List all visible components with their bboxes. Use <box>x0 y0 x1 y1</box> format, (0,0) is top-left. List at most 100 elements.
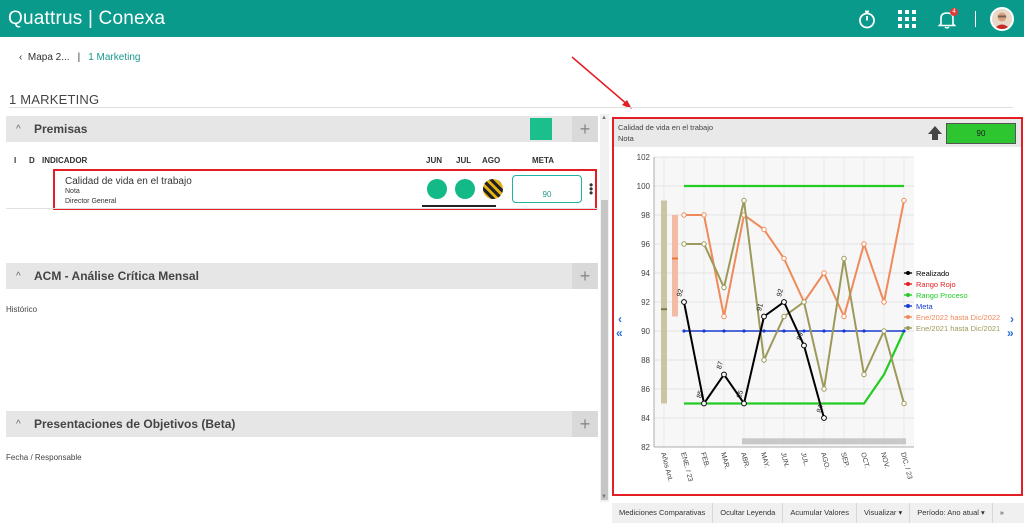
section-title: Premisas <box>34 122 88 136</box>
meta-point <box>842 329 846 333</box>
annotation-arrow <box>571 56 632 109</box>
prev-period-icon[interactable]: ‹ <box>618 312 622 326</box>
legend-entry: Realizado <box>916 269 949 278</box>
add-button[interactable]: + <box>572 263 598 289</box>
y-tick-label: 96 <box>641 240 650 249</box>
series-point <box>841 255 847 262</box>
col-header-jul: JUL <box>456 156 472 165</box>
legend-entry: Meta <box>916 302 934 311</box>
period-underline <box>422 205 496 207</box>
col-header-jun: JUN <box>426 156 443 165</box>
top-navbar: Quattrus | Conexa 4 <box>0 0 1024 37</box>
x-tick-label: SEP. <box>839 452 850 468</box>
realizado-point <box>821 415 827 421</box>
legend-swatch-dot <box>906 293 910 297</box>
x-tick-label: DIC. / 23 <box>899 452 913 481</box>
section-acm[interactable]: ^ ACM - Análise Crítica Mensal + <box>6 263 598 289</box>
meta-point <box>862 329 866 333</box>
notification-badge: 4 <box>950 7 958 16</box>
series-point <box>821 386 827 392</box>
app-brand[interactable]: Quattrus | Conexa <box>8 8 165 30</box>
previous-years-mark-2022 <box>672 257 678 260</box>
series-point <box>881 299 887 305</box>
meta-point <box>822 329 826 333</box>
status-dot-ago[interactable] <box>483 179 503 199</box>
user-avatar[interactable] <box>990 6 1014 31</box>
legend-entry: Ene/2022 hasta Dic/2022 <box>916 313 1000 322</box>
meta-point <box>722 329 726 333</box>
breadcrumb-current[interactable]: 1 Marketing <box>88 52 140 63</box>
visualize-dropdown[interactable]: Visualizar ▾ <box>857 503 911 523</box>
period-dropdown[interactable]: Período: Ano atual ▾ <box>910 503 993 523</box>
series-point <box>701 212 707 218</box>
series-point <box>861 241 867 247</box>
acm-body-text: Histórico <box>6 305 38 314</box>
collapse-caret-icon[interactable]: ^ <box>16 271 28 282</box>
x-tick-label: MAY. <box>759 452 770 469</box>
y-tick-label: 90 <box>641 327 650 336</box>
meta-value-box[interactable]: 90 <box>512 175 582 203</box>
legend-swatch-dot <box>906 271 910 275</box>
x-tick-label: FEB. <box>699 452 710 469</box>
y-tick-label: 86 <box>641 385 650 394</box>
apps-grid-icon[interactable] <box>895 7 919 31</box>
more-options-icon[interactable]: • • • <box>589 179 593 199</box>
previous-years-mark-2021 <box>661 308 667 311</box>
series-point <box>721 284 727 291</box>
add-button[interactable]: + <box>572 116 598 142</box>
section-premisas[interactable]: ^ Premisas + <box>6 116 598 142</box>
breadcrumb-back-link[interactable]: ‹ Mapa 2... <box>19 52 70 63</box>
stopwatch-icon[interactable] <box>855 7 879 31</box>
scroll-down-icon[interactable]: ▼ <box>601 494 607 500</box>
status-square <box>530 118 552 140</box>
scroll-up-icon[interactable]: ▲ <box>601 115 607 121</box>
series-point <box>881 328 887 334</box>
x-tick-label: JUN. <box>779 452 790 469</box>
series-point <box>681 212 687 218</box>
y-tick-label: 98 <box>641 211 650 220</box>
row-divider <box>6 208 598 209</box>
previous-years-bar-2022 <box>672 215 678 317</box>
collapse-caret-icon[interactable]: ^ <box>16 419 28 430</box>
series-point <box>821 270 827 276</box>
indicator-row[interactable]: Calidad de vida en el trabajo Nota Direc… <box>53 169 597 210</box>
meta-point <box>782 329 786 333</box>
realizado-point <box>701 400 707 407</box>
x-tick-label: Años Ant. <box>659 452 674 483</box>
hide-legend-button[interactable]: Ocultar Leyenda <box>713 503 784 523</box>
y-tick-label: 94 <box>641 269 650 278</box>
realizado-point <box>681 299 687 305</box>
legend-swatch-dot <box>906 326 910 330</box>
realizado-point <box>741 400 747 407</box>
status-dot-jul[interactable] <box>455 179 475 199</box>
first-period-icon[interactable]: « <box>616 326 623 340</box>
bell-icon[interactable]: 4 <box>935 7 959 31</box>
y-tick-label: 92 <box>641 298 650 307</box>
meta-point <box>682 329 686 333</box>
realizado-point <box>801 342 807 349</box>
breadcrumb: ‹ Mapa 2... | 1 Marketing <box>19 52 140 63</box>
indicator-name[interactable]: Calidad de vida en el trabajo <box>65 176 192 187</box>
legend-entry: Rango Rojo <box>916 280 956 289</box>
realizado-point <box>721 371 727 378</box>
col-header-i: I <box>14 156 17 165</box>
more-toolbar-button[interactable]: » <box>993 503 1011 523</box>
series-point <box>761 357 767 363</box>
section-presentaciones[interactable]: ^ Presentaciones de Objetivos (Beta) + <box>6 411 598 437</box>
chart-panel: Calidad de vida en el trabajo Nota 90 82… <box>612 117 1023 496</box>
presentaciones-body-text: Fecha / Responsable <box>6 453 82 462</box>
comparative-measures-button[interactable]: Mediciones Comparativas <box>612 503 714 523</box>
title-divider <box>9 107 1013 108</box>
status-dot-jun[interactable] <box>427 179 447 199</box>
last-period-icon[interactable]: » <box>1007 326 1014 340</box>
next-period-icon[interactable]: › <box>1010 312 1014 326</box>
scrollbar-thumb[interactable] <box>601 200 608 500</box>
series-point <box>701 241 707 247</box>
y-tick-label: 100 <box>637 182 651 191</box>
collapse-caret-icon[interactable]: ^ <box>16 124 28 135</box>
meta-point <box>742 329 746 333</box>
add-button[interactable]: + <box>572 411 598 437</box>
section-title: ACM - Análise Crítica Mensal <box>34 269 199 283</box>
accumulate-values-button[interactable]: Acumular Valores <box>783 503 857 523</box>
y-tick-label: 88 <box>641 356 650 365</box>
